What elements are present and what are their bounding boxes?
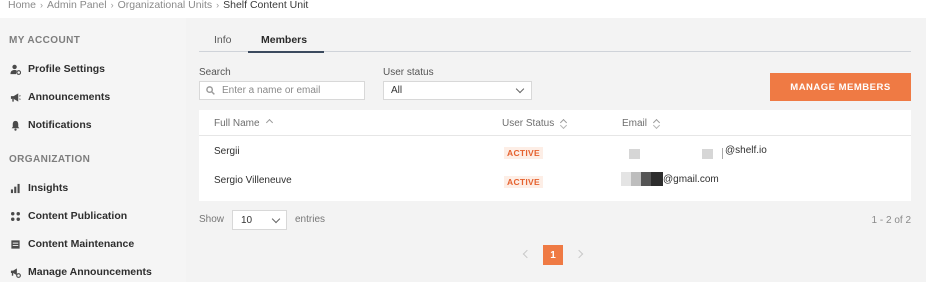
column-header-label: User Status — [502, 118, 555, 129]
sidebar-item-manage-announcements[interactable]: Manage Announcements — [9, 263, 152, 281]
sidebar-item-label: Notifications — [28, 119, 92, 131]
entries-label: entries — [295, 214, 326, 225]
breadcrumb-admin-panel[interactable]: Admin Panel — [47, 0, 107, 11]
user-status-value: All — [391, 85, 403, 96]
sidebar-item-profile-settings[interactable]: Profile Settings — [9, 60, 105, 78]
tab-members[interactable]: Members — [261, 34, 307, 46]
active-tab-indicator — [248, 51, 324, 53]
column-header-user-status[interactable]: User Status — [502, 118, 568, 129]
chevron-down-icon — [515, 84, 525, 94]
entries-per-page-value: 10 — [241, 214, 253, 226]
manage-members-button[interactable]: MANAGE MEMBERS — [770, 73, 911, 101]
table-header: Full Name User Status Email — [199, 110, 911, 136]
breadcrumb-org-units[interactable]: Organizational Units — [118, 0, 213, 11]
redacted-email-block — [702, 149, 713, 159]
user-status-select[interactable]: All — [383, 81, 532, 100]
bar-chart-icon — [9, 182, 21, 194]
column-header-email[interactable]: Email — [622, 118, 661, 129]
column-header-label: Email — [622, 118, 648, 129]
redacted-email-block — [641, 172, 651, 186]
sidebar-item-label: Manage Announcements — [28, 266, 152, 278]
status-badge: ACTIVE — [504, 147, 543, 159]
sort-icon — [652, 118, 661, 129]
breadcrumb-separator: › — [40, 0, 44, 10]
megaphone-gear-icon — [9, 266, 21, 278]
search-label: Search — [199, 67, 231, 78]
sidebar: MY ACCOUNT Profile Settings Announcement… — [0, 18, 186, 282]
search-icon — [206, 86, 215, 95]
column-header-full-name[interactable]: Full Name — [214, 118, 274, 129]
status-badge: ACTIVE — [504, 176, 543, 188]
sidebar-item-insights[interactable]: Insights — [9, 179, 68, 197]
chevron-down-icon — [271, 214, 281, 224]
sidebar-item-notifications[interactable]: Notifications — [9, 116, 92, 134]
redacted-email-block — [629, 149, 640, 159]
search-input[interactable] — [222, 85, 352, 96]
sort-icon — [560, 118, 568, 129]
sidebar-section-my-account: MY ACCOUNT — [9, 35, 81, 46]
chevron-right-icon[interactable] — [574, 249, 584, 259]
redacted-email-block — [722, 148, 723, 159]
breadcrumb-current: Shelf Content Unit — [223, 0, 309, 11]
redacted-email-block — [651, 172, 663, 186]
redacted-email-block — [621, 172, 631, 186]
column-header-label: Full Name — [214, 118, 260, 129]
breadcrumb: Home › Admin Panel › Organizational Units › Sh… — [8, 0, 308, 11]
sidebar-section-organization: ORGANIZATION — [9, 154, 91, 165]
main-content: Info Members Search User status All MANA… — [186, 18, 926, 282]
sidebar-item-label: Announcements — [28, 91, 111, 103]
member-name: Sergio Villeneuve — [214, 175, 292, 186]
member-email: @shelf.io — [725, 145, 767, 156]
sidebar-item-label: Insights — [28, 182, 69, 194]
tab-bar: Info Members — [199, 31, 911, 53]
page-button-current[interactable]: 1 — [543, 245, 563, 265]
chevron-left-icon[interactable] — [522, 249, 532, 259]
user-status-label: User status — [383, 67, 434, 78]
grid-dots-icon — [9, 210, 21, 222]
sidebar-item-content-publication[interactable]: Content Publication — [9, 207, 127, 225]
show-label: Show — [199, 214, 225, 225]
table-row[interactable]: Sergio Villeneuve ACTIVE @gmail.com — [199, 168, 911, 198]
sidebar-item-label: Content Maintenance — [28, 238, 135, 250]
user-cog-icon — [9, 63, 21, 75]
sort-ascending-icon — [265, 118, 274, 129]
pagination-range: 1 - 2 of 2 — [871, 215, 911, 226]
sidebar-item-label: Profile Settings — [28, 63, 106, 75]
top-bar: Home › Admin Panel › Organizational Units › Sh… — [0, 0, 926, 18]
member-email: @gmail.com — [663, 174, 719, 185]
breadcrumb-separator: › — [216, 0, 220, 10]
breadcrumb-separator: › — [110, 0, 114, 10]
redacted-email-block — [631, 172, 641, 186]
search-field[interactable] — [199, 81, 365, 100]
sidebar-item-announcements[interactable]: Announcements — [9, 88, 110, 106]
bell-icon — [9, 119, 21, 131]
megaphone-icon — [9, 91, 21, 103]
member-name: Sergii — [214, 146, 240, 157]
sidebar-item-label: Content Publication — [28, 210, 128, 222]
clipboard-icon — [9, 238, 21, 250]
table-row[interactable]: Sergii ACTIVE @shelf.io — [199, 139, 911, 169]
breadcrumb-home[interactable]: Home — [8, 0, 36, 11]
members-table: Full Name User Status Email Sergii ACTIV… — [199, 110, 911, 201]
sidebar-item-content-maintenance[interactable]: Content Maintenance — [9, 235, 134, 253]
tab-info[interactable]: Info — [214, 34, 232, 46]
entries-per-page-select[interactable]: 10 — [232, 210, 287, 230]
